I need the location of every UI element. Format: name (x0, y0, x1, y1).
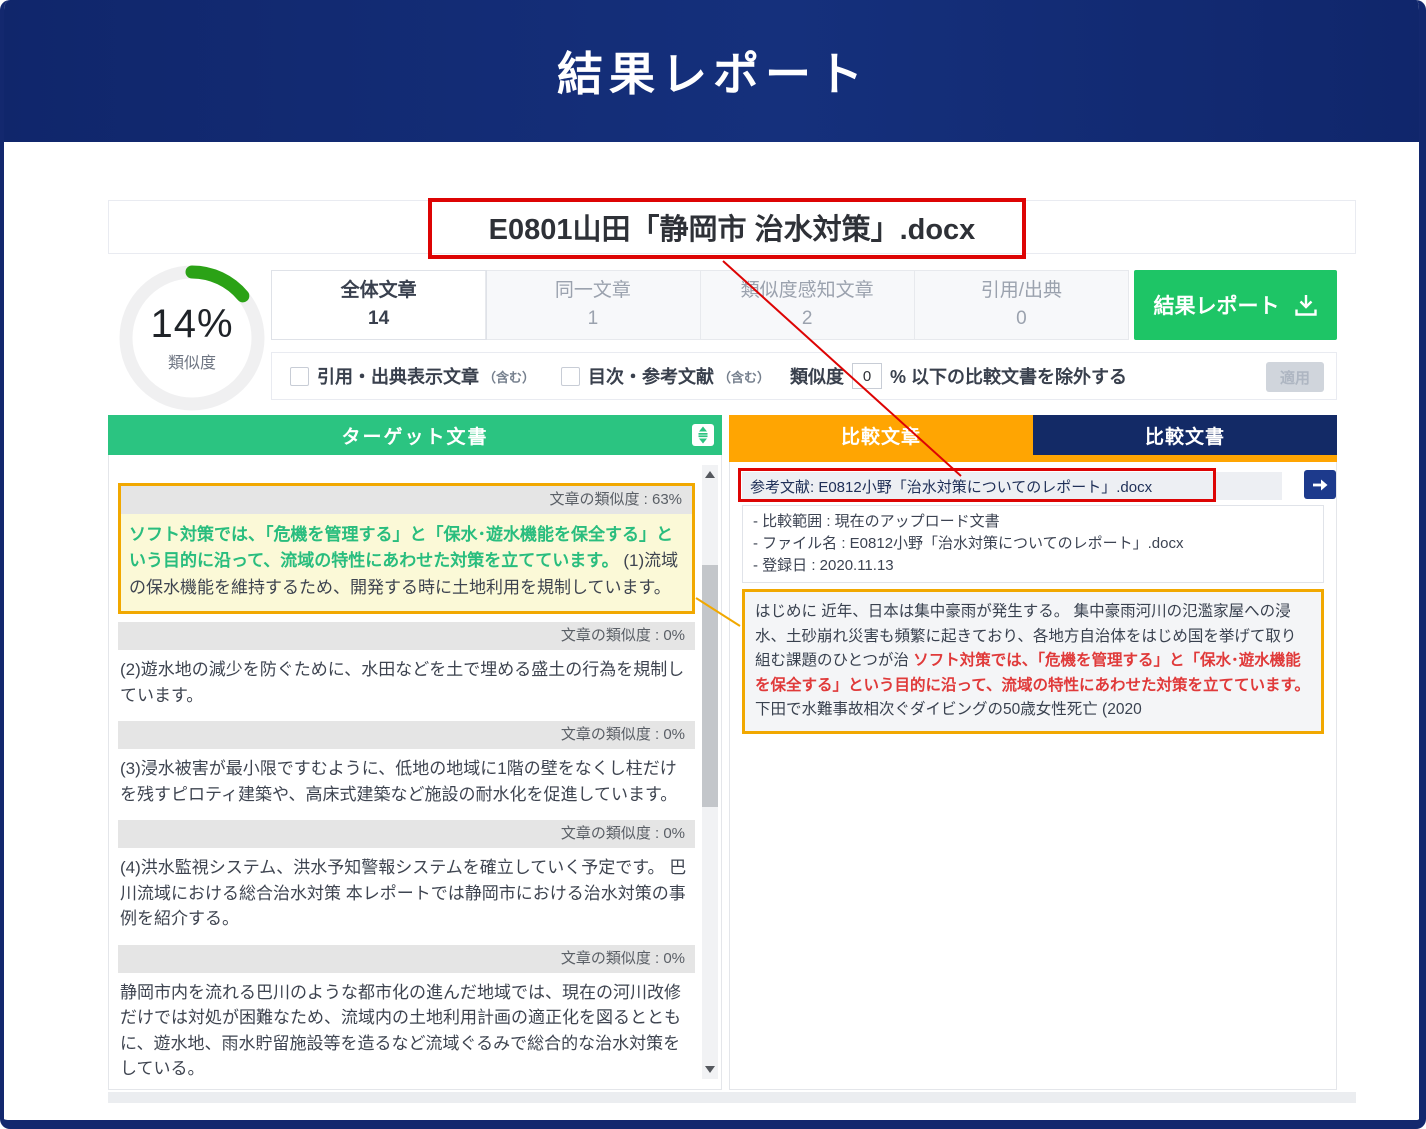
matched-sentence-block: ソフト対策では、「危機を管理する」と「保水･遊水機能を保全する」という目的に沿っ… (121, 514, 692, 611)
stat-tab-identical-sentences[interactable]: 同一文章 1 (486, 271, 700, 339)
detail-register-date: - 登録日 : 2020.11.13 (753, 555, 1313, 577)
similarity-bar: 文章の類似度 : 0% (118, 721, 695, 749)
threshold-prefix-label: 類似度 (790, 363, 844, 389)
active-tab-underline (729, 455, 1337, 462)
threshold-suffix-label: % 以下の比較文書を除外する (890, 363, 1127, 389)
comparison-panel-body: 参考文献: E0812小野「治水対策についてのレポート」.docx - 比較範囲… (729, 462, 1337, 1090)
page-title: 結果レポート (557, 38, 869, 104)
report-button-label: 結果レポート (1154, 290, 1280, 320)
target-panel-title: ターゲット文書 (341, 422, 488, 449)
stats-bar: 全体文章 14 同一文章 1 類似度感知文章 2 引用/出典 0 (271, 270, 1129, 340)
stat-value: 1 (588, 305, 599, 334)
checkbox-toc-references-suffix: （含む） (718, 367, 770, 386)
expand-vertical-icon[interactable] (692, 424, 714, 446)
reference-details: - 比較範囲 : 現在のアップロード文書 - ファイル名 : E0812小野「治… (742, 505, 1324, 583)
similarity-bar: 文章の類似度 : 63% (121, 486, 692, 514)
scroll-up-icon[interactable] (705, 471, 715, 478)
result-report-download-button[interactable]: 結果レポート (1134, 270, 1337, 340)
filter-bar: 引用・出典表示文章 （含む） 目次・参考文献 （含む） 類似度 % 以下の比較文… (271, 352, 1337, 400)
similarity-bar: 文章の類似度 : 0% (118, 945, 695, 973)
similarity-label: 類似度 (112, 349, 272, 373)
result-report-window: 結果レポート E0801山田「静岡市 治水対策」.docx 14% 類似度 全体… (0, 0, 1426, 1129)
stat-value: 14 (368, 305, 389, 334)
checkbox-quote-citation-suffix: （含む） (483, 367, 535, 386)
sentence-block: (4)洪水監視システム、洪水予知警報システムを確立していく予定です。 巴川流域に… (120, 855, 693, 932)
stat-tab-similar-sentences[interactable]: 類似度感知文章 2 (701, 271, 915, 339)
target-panel-header: ターゲット文書 (108, 415, 722, 455)
stat-value: 2 (802, 305, 813, 334)
page-header: 結果レポート (0, 0, 1426, 142)
open-reference-button[interactable] (1304, 470, 1336, 499)
checkbox-toc-references-label: 目次・参考文献 (588, 363, 714, 389)
annotation-orange-box-comparison: はじめに 近年、日本は集中豪雨が発生する。 集中豪雨河川の氾濫家屋への浸水、土砂… (742, 589, 1324, 733)
checkbox-quote-citation-label: 引用・出典表示文章 (317, 363, 479, 389)
stat-tab-all-sentences[interactable]: 全体文章 14 (272, 271, 486, 339)
stat-label: 引用/出典 (981, 277, 1062, 306)
threshold-input[interactable] (852, 363, 882, 389)
reference-label: 参考文献: E0812小野「治水対策についてのレポート」.docx (750, 476, 1152, 497)
stat-label: 類似度感知文章 (741, 277, 874, 306)
comparison-text-after: 下田で水難事故相次ぐダイビングの50歳女性死亡 (2020 (755, 701, 1142, 718)
checkbox-quote-citation[interactable] (290, 367, 309, 386)
annotation-orange-box-target: 文章の類似度 : 63% ソフト対策では、「危機を管理する」と「保水･遊水機能を… (118, 483, 695, 614)
matched-text-green: ソフト対策では、「危機を管理する」と「保水･遊水機能を保全する」という目的に沿っ… (129, 525, 673, 570)
stat-value: 0 (1016, 305, 1027, 334)
reference-header-row: 参考文献: E0812小野「治水対策についてのレポート」.docx (742, 472, 1282, 500)
stat-label: 同一文章 (555, 277, 631, 306)
document-title: E0801山田「静岡市 治水対策」.docx (489, 206, 976, 248)
target-document-panel: ターゲット文書 文章の類似度 : 63% ソフト対策では、「危機を管理する」と「… (108, 415, 722, 1090)
similarity-gauge: 14% 類似度 (112, 258, 272, 418)
download-icon (1294, 294, 1318, 316)
sentence-block: 静岡市内を流れる巴川のような都市化の進んだ地域では、現在の河川改修だけでは対処が… (120, 980, 693, 1082)
similarity-bar: 文章の類似度 : 0% (118, 820, 695, 848)
similarity-bar: 文章の類似度 : 0% (118, 622, 695, 650)
horizontal-scrollbar[interactable] (108, 1092, 1356, 1103)
detail-file-name: - ファイル名 : E0812小野「治水対策についてのレポート」.docx (753, 533, 1313, 555)
checkbox-toc-references[interactable] (561, 367, 580, 386)
sentence-block: (3)浸水被害が最小限ですむように、低地の地域に1階の壁をなくし柱だけを残すピロ… (120, 756, 693, 807)
scroll-down-icon[interactable] (705, 1066, 715, 1073)
document-title-strip: E0801山田「静岡市 治水対策」.docx (108, 200, 1356, 254)
tab-comparison-document[interactable]: 比較文書 (1033, 415, 1337, 455)
tab-comparison-sentence[interactable]: 比較文章 (729, 415, 1033, 455)
scrollbar-thumb[interactable] (702, 565, 718, 807)
vertical-scrollbar[interactable] (702, 465, 718, 1079)
stat-tab-citations[interactable]: 引用/出典 0 (915, 271, 1128, 339)
target-panel-body: 文章の類似度 : 63% ソフト対策では、「危機を管理する」と「保水･遊水機能を… (108, 455, 722, 1090)
similarity-percent: 14% (112, 302, 272, 347)
stat-label: 全体文章 (341, 277, 417, 306)
sentence-block: (2)遊水地の減少を防ぐために、水田などを土で埋める盛土の行為を規制しています。 (120, 657, 693, 708)
comparison-panel: 比較文章 比較文書 参考文献: E0812小野「治水対策についてのレポート」.d… (729, 415, 1337, 1090)
apply-button[interactable]: 適用 (1266, 362, 1324, 392)
comparison-tabs: 比較文章 比較文書 (729, 415, 1337, 455)
detail-compare-range: - 比較範囲 : 現在のアップロード文書 (753, 511, 1313, 533)
